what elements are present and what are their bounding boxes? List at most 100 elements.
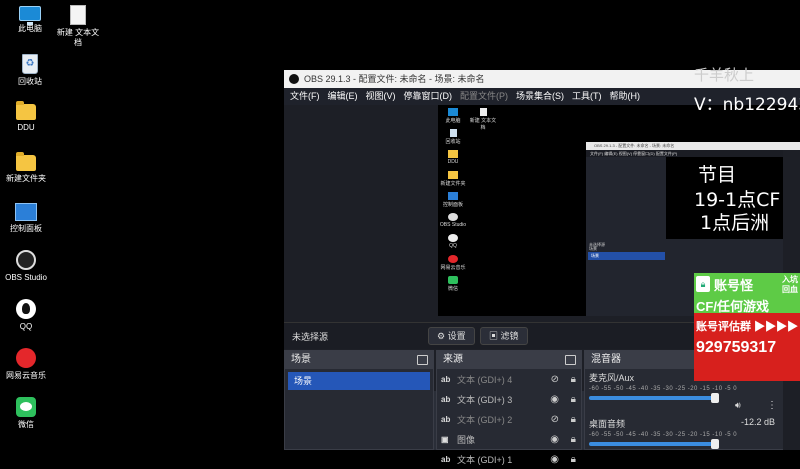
desktop-icon-obs[interactable]: OBS Studio [0, 250, 56, 283]
ad-title: 账号怪 [714, 278, 754, 293]
undock-icon[interactable] [565, 355, 576, 365]
menu-scene-collection[interactable]: 场景集合(S) [514, 88, 570, 105]
text-source-icon: ab [441, 414, 451, 424]
wechat-icon [16, 397, 36, 417]
filter-icon: ▣ [489, 331, 499, 341]
nested-scene-item: 场景 [588, 252, 665, 260]
obs-icon [16, 250, 36, 270]
source-item[interactable]: ab 文本 (GDI+) 2 ⊘ 🔒︎ [437, 409, 581, 429]
overlay-wechat-id: V：nb122943 [694, 95, 800, 115]
sources-dock-header[interactable]: 来源 [437, 351, 581, 369]
obs-window: OBS 29.1.3 - 配置文件: 未命名 - 场景: 未命名 文件(F) 编… [284, 70, 800, 465]
qq-icon [16, 299, 36, 319]
image-source-icon: ▣ [441, 434, 449, 444]
nested-obs-menu: 文件(F) 编辑(E) 视图(V) 停靠窗口(D) 配置文件(P) [586, 150, 800, 157]
volume-slider[interactable] [589, 439, 719, 449]
no-source-selected-label: 未选择源 [292, 332, 329, 342]
desktop-icon-qq[interactable]: QQ [0, 299, 56, 332]
desktop-icon-label: 回收站 [18, 77, 42, 86]
overlay-line-3: 1点后洲 [700, 212, 770, 234]
volume-slider[interactable] [589, 393, 719, 403]
window-title: OBS 29.1.3 - 配置文件: 未命名 - 场景: 未命名 [304, 74, 485, 84]
eye-hidden-icon[interactable]: ⊘ [551, 414, 559, 425]
menu-docks[interactable]: 停靠窗口(D) [402, 88, 459, 105]
recycle-bin-icon: ♻ [22, 54, 38, 74]
eye-icon[interactable]: ◉ [550, 454, 559, 465]
lock-badge-icon: 🔒︎ [696, 276, 710, 292]
eye-icon[interactable]: ◉ [550, 434, 559, 445]
nested-desktop-icon: OBS Studio [438, 213, 468, 228]
ad-game-line: CF/任何游戏 [696, 299, 769, 314]
slider-knob[interactable] [711, 439, 719, 449]
source-item[interactable]: ▣ 图像 ◉ 🔒︎ [437, 429, 581, 449]
desktop-icon-wechat[interactable]: 微信 [0, 397, 56, 430]
nested-desktop-icon: 新建文件夹 [438, 171, 468, 187]
desktop-icon-new-text-doc[interactable]: 新建 文本文档 [48, 5, 108, 48]
ad-top-section: 🔒︎ 账号怪 入坑 回血 CF/任何游戏 [694, 273, 800, 314]
nested-desktop-icon: 新建 文本文档 [468, 108, 498, 131]
desktop-icon-label: 此电脑 [18, 24, 42, 33]
desktop-icon-new-folder[interactable]: 新建文件夹 [0, 152, 56, 184]
desktop-icon-label: 微信 [18, 420, 34, 429]
text-document-icon [70, 5, 86, 25]
eye-icon[interactable]: ◉ [550, 394, 559, 405]
source-item[interactable]: ab 文本 (GDI+) 1 ◉ 🔒︎ [437, 449, 581, 469]
more-options-icon[interactable]: ⋮ [767, 400, 777, 411]
desktop-icon-label: 控制面板 [10, 224, 42, 233]
speaker-icon[interactable]: 🔊︎ [735, 400, 741, 411]
properties-button[interactable]: ⚙ 设置 [428, 327, 475, 345]
lock-icon[interactable]: 🔒︎ [571, 414, 576, 425]
sources-dock: 来源 ab 文本 (GDI+) 4 ⊘ 🔒︎ ab 文本 (GDI+) 3 ◉ … [436, 350, 582, 465]
ad-group-line: 账号评估群 ▶▶▶▶ [696, 321, 799, 333]
lock-icon[interactable]: 🔒︎ [571, 374, 576, 385]
menu-view[interactable]: 视图(V) [364, 88, 402, 105]
desktop-icon-control-panel[interactable]: 控制面板 [0, 203, 56, 234]
volume-db: -12.2 dB [740, 417, 775, 427]
computer-icon [19, 6, 41, 25]
desktop-icon-label: 网易云音乐 [6, 371, 46, 380]
source-item[interactable]: ab 文本 (GDI+) 3 ◉ 🔒︎ [437, 389, 581, 409]
nested-desktop-icon: 微信 [438, 276, 468, 292]
menu-tools[interactable]: 工具(T) [570, 88, 608, 105]
nested-desktop-icon: 网易云音乐 [438, 255, 468, 271]
nested-desktop-icon: DDU [438, 150, 468, 165]
desktop-icon-label: OBS Studio [5, 273, 47, 282]
ad-group-number: 929759317 [696, 339, 777, 357]
source-item[interactable]: ab 文本 (GDI+) 4 ⊘ 🔒︎ [437, 369, 581, 389]
lock-icon[interactable]: 🔒︎ [571, 394, 576, 405]
overlay-top-text: 千羊秋上 [694, 66, 755, 84]
scenes-dock: 场景 场景 [284, 350, 434, 450]
ad-banner: 🔒︎ 账号怪 入坑 回血 CF/任何游戏 账号评估群 ▶▶▶▶ 929759317 [694, 273, 800, 381]
desktop-icon-label: QQ [19, 322, 33, 331]
slider-knob[interactable] [711, 393, 719, 403]
folder-icon [16, 152, 36, 171]
lock-icon[interactable]: 🔒︎ [571, 454, 576, 465]
mixer-channel-desktop: 桌面音频 -12.2 dB -60 -55 -50 -45 -40 -35 -3… [585, 415, 783, 461]
text-source-icon: ab [441, 454, 451, 464]
desktop-icon-recycle-bin[interactable]: ♻ 回收站 [0, 54, 60, 87]
scene-list-item[interactable]: 场景 [288, 372, 430, 390]
desktop-icon-label: 新建文件夹 [6, 174, 46, 183]
meter-ticks: -60 -55 -50 -45 -40 -35 -30 -25 -20 -15 … [589, 386, 738, 392]
lock-icon[interactable]: 🔒︎ [571, 434, 576, 445]
folder-icon [16, 101, 36, 120]
scenes-dock-header[interactable]: 场景 [285, 351, 433, 369]
nested-desktop-icon: QQ [438, 234, 468, 249]
undock-icon[interactable] [417, 355, 428, 365]
desktop-icon-label: DDU [17, 123, 35, 132]
overlay-program-label: 节目 [698, 164, 737, 186]
desktop-icon-netease-music[interactable]: 网易云音乐 [0, 348, 56, 381]
desktop-icon-ddu[interactable]: DDU [0, 101, 56, 133]
menu-file[interactable]: 文件(F) [288, 88, 326, 105]
eye-hidden-icon[interactable]: ⊘ [551, 374, 559, 385]
nested-desktop-icon: 控制面板 [438, 192, 468, 208]
menu-help[interactable]: 帮助(H) [608, 88, 647, 105]
desktop-icon-label: 新建 文本文档 [56, 28, 100, 47]
text-source-icon: ab [441, 374, 451, 384]
nested-obs-title: OBS 29.1.3 - 配置文件: 未命名 - 场景: 未命名 [586, 142, 800, 150]
obs-logo-icon [289, 74, 299, 84]
menu-profile[interactable]: 配置文件(P) [458, 88, 514, 105]
netease-music-icon [16, 348, 36, 368]
menu-edit[interactable]: 编辑(E) [326, 88, 364, 105]
filters-button[interactable]: ▣ 滤镜 [480, 327, 528, 345]
